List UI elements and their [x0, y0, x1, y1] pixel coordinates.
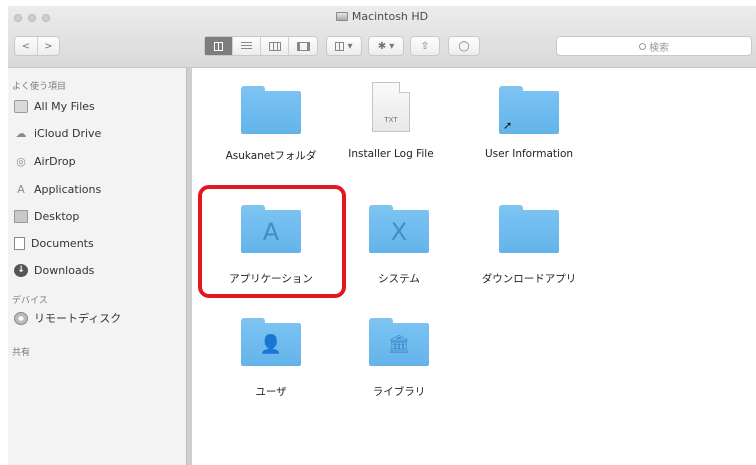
- cover-flow-button[interactable]: [289, 37, 317, 55]
- sidebar-item-all-my-files[interactable]: All My Files: [14, 96, 179, 116]
- users-folder-icon: 👤: [241, 318, 301, 366]
- title-bar: Macintosh HD < > ▾ ✱ ▾ ⇧ ◯ 検索: [8, 6, 756, 68]
- forward-button[interactable]: >: [38, 37, 59, 55]
- airdrop-icon: ◎: [16, 154, 26, 168]
- sidebar-item-airdrop[interactable]: ◎ AirDrop: [14, 151, 179, 171]
- file-item-system[interactable]: X システム: [334, 205, 464, 286]
- column-view-icon: [268, 41, 281, 51]
- back-forward-buttons: < >: [14, 36, 60, 56]
- alias-folder-icon: ➚: [499, 86, 559, 134]
- alias-arrow-icon: ➚: [503, 119, 513, 132]
- sidebar-section-shared: 共有: [12, 348, 31, 358]
- file-item-library[interactable]: 🏛 ライブラリ: [334, 318, 464, 399]
- sidebar-item-documents[interactable]: Documents: [14, 233, 179, 253]
- list-view-button[interactable]: [233, 37, 261, 55]
- tag-button[interactable]: ◯: [448, 36, 480, 56]
- file-item-installer-log[interactable]: TXT Installer Log File: [326, 82, 456, 160]
- file-item-asukanet-folder[interactable]: Asukanetフォルダ: [206, 86, 336, 163]
- all-my-files-icon: [14, 99, 28, 113]
- cloud-icon: ☁: [15, 126, 27, 140]
- window-title: Macintosh HD: [8, 10, 756, 23]
- desktop-icon: [14, 209, 28, 223]
- sidebar: よく使う項目 All My Files ☁ iCloud Drive ◎ AirDr…: [8, 68, 186, 465]
- arrange-button[interactable]: ▾: [326, 36, 362, 56]
- action-button[interactable]: ✱ ▾: [368, 36, 404, 56]
- folder-icon: [499, 205, 559, 253]
- view-mode-control: [204, 36, 318, 56]
- applications-icon: A: [17, 182, 25, 196]
- search-placeholder: 検索: [649, 42, 669, 54]
- tag-icon: ◯: [458, 40, 470, 52]
- file-item-user-information[interactable]: ➚ User Information: [464, 86, 594, 160]
- gear-icon: ✱ ▾: [377, 40, 395, 52]
- sidebar-item-downloads[interactable]: ↓ Downloads: [14, 260, 179, 280]
- back-button[interactable]: <: [15, 37, 38, 55]
- sidebar-item-remote-disk[interactable]: リモートディスク: [14, 308, 179, 328]
- share-icon: ⇧: [420, 40, 430, 52]
- column-view-button[interactable]: [261, 37, 289, 55]
- list-view-icon: [241, 42, 252, 50]
- system-folder-icon: X: [369, 205, 429, 253]
- search-icon: [639, 42, 646, 50]
- remote-disk-icon: [14, 311, 28, 325]
- arrange-icon: [335, 41, 345, 51]
- cover-flow-icon: [296, 41, 310, 51]
- library-folder-icon: 🏛: [369, 318, 429, 366]
- sidebar-item-applications[interactable]: A Applications: [14, 179, 179, 199]
- sidebar-item-icloud-drive[interactable]: ☁ iCloud Drive: [14, 123, 179, 143]
- highlight-frame: [198, 185, 346, 298]
- icon-view-icon: [214, 41, 223, 51]
- file-item-download-apps[interactable]: ダウンロードアプリ: [464, 205, 594, 286]
- sidebar-item-desktop[interactable]: Desktop: [14, 206, 179, 226]
- icon-view-button[interactable]: [205, 37, 233, 55]
- finder-window: Macintosh HD < > ▾ ✱ ▾ ⇧ ◯ 検索 よく使う項目 All…: [8, 6, 756, 465]
- sidebar-section-devices: デバイス: [12, 296, 48, 306]
- share-button[interactable]: ⇧: [410, 36, 440, 56]
- downloads-icon: ↓: [14, 263, 28, 277]
- folder-icon: [241, 86, 301, 134]
- search-field[interactable]: 検索: [556, 36, 752, 56]
- documents-icon: [14, 236, 25, 250]
- hard-disk-icon: [335, 12, 348, 21]
- text-document-icon: TXT: [372, 82, 410, 132]
- file-item-users[interactable]: 👤 ユーザ: [206, 318, 336, 399]
- sidebar-section-favorites: よく使う項目: [12, 82, 67, 92]
